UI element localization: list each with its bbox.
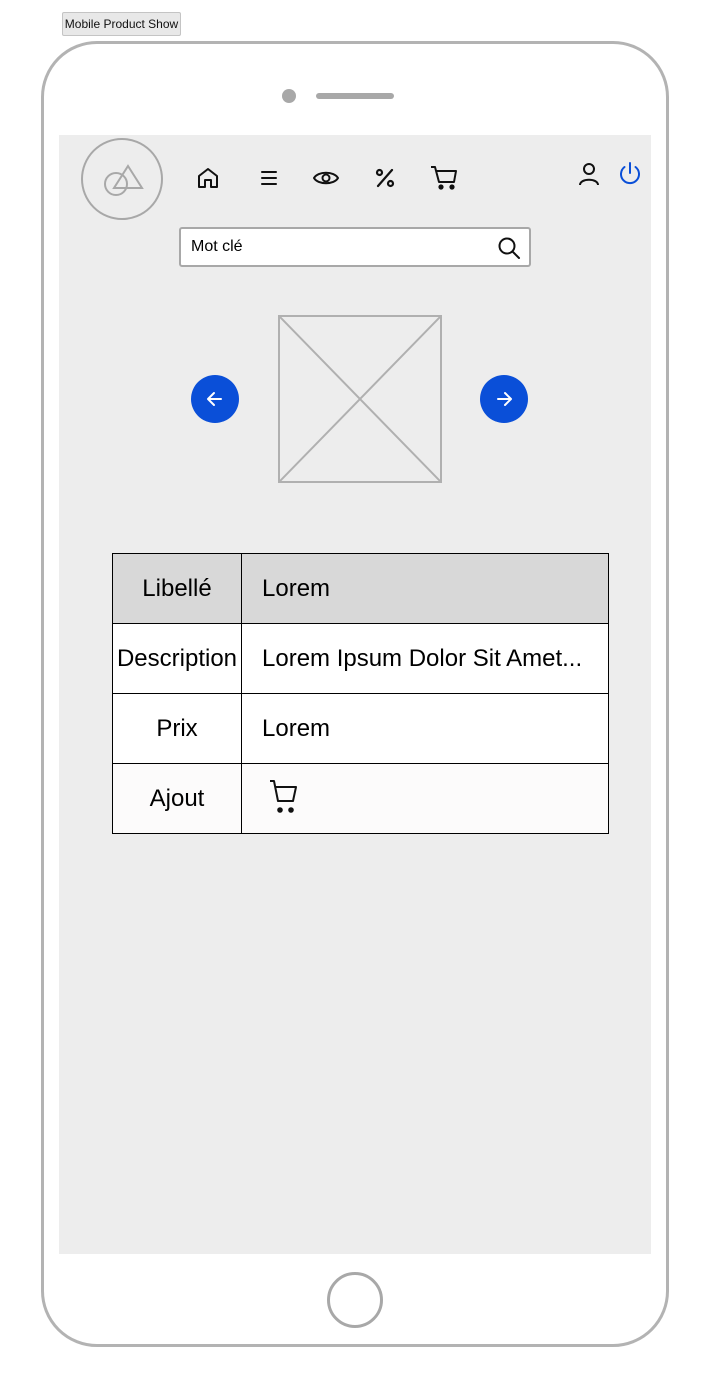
table-cell-value: Lorem — [241, 553, 609, 624]
table-cell-label: Description — [112, 623, 242, 694]
logo-icon — [104, 164, 144, 196]
search-input[interactable] — [191, 236, 491, 258]
user-icon[interactable] — [574, 159, 604, 189]
table-cell-value: Lorem — [241, 693, 609, 764]
search-icon[interactable] — [497, 236, 521, 260]
table-row: Ajout — [112, 763, 609, 834]
phone-home-button[interactable] — [327, 1272, 383, 1328]
phone-speaker — [316, 93, 394, 99]
table-row: Prix Lorem — [112, 693, 609, 764]
carousel-next-button[interactable] — [480, 375, 528, 423]
phone-camera — [282, 89, 296, 103]
arrow-right-icon — [497, 392, 512, 406]
search-field[interactable] — [179, 227, 531, 267]
table-cell-label: Prix — [112, 693, 242, 764]
table-row: Libellé Lorem — [112, 553, 609, 624]
carousel-prev-button[interactable] — [191, 375, 239, 423]
eye-icon[interactable] — [311, 163, 341, 193]
add-to-cart-cell — [241, 763, 609, 834]
home-icon[interactable] — [193, 163, 223, 193]
phone-screen: Libellé Lorem Description Lorem Ipsum Do… — [59, 135, 651, 1254]
percent-icon[interactable] — [370, 163, 400, 193]
arrow-left-icon — [207, 392, 222, 406]
menu-icon[interactable] — [254, 163, 284, 193]
table-cell-value: Lorem Ipsum Dolor Sit Amet... — [241, 623, 609, 694]
product-table: Libellé Lorem Description Lorem Ipsum Do… — [112, 553, 609, 834]
cart-icon[interactable] — [429, 163, 459, 193]
product-image-placeholder — [278, 315, 442, 483]
cart-icon — [270, 780, 297, 813]
image-placeholder-icon — [279, 316, 441, 482]
table-cell-label: Ajout — [112, 763, 242, 834]
logo-placeholder — [81, 138, 163, 220]
add-to-cart-button[interactable] — [269, 779, 299, 822]
frame-title: Mobile Product Show — [62, 12, 181, 36]
table-row: Description Lorem Ipsum Dolor Sit Amet..… — [112, 623, 609, 694]
table-cell-label: Libellé — [112, 553, 242, 624]
power-icon[interactable] — [615, 159, 645, 189]
